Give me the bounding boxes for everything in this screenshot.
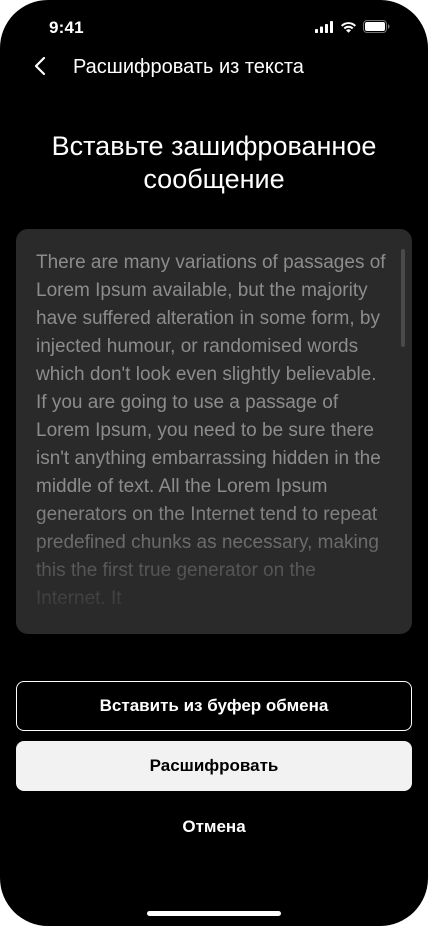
chevron-left-icon [34,56,46,81]
encrypted-message-input[interactable]: There are many variations of passages of… [16,229,412,634]
phone-screen: 9:41 Расшифровать из текста Вставьте заш… [0,0,428,926]
cancel-button[interactable]: Отмена [16,806,412,848]
decrypt-button[interactable]: Расшифровать [16,741,412,791]
wifi-icon [340,20,357,38]
cellular-signal-icon [315,20,334,38]
page-title: Расшифровать из текста [73,56,304,78]
battery-icon [363,20,390,38]
text-area-scrollbar[interactable] [401,249,405,347]
navigation-bar: Расшифровать из текста [0,48,428,88]
status-time: 9:41 [49,18,84,37]
paste-from-clipboard-button[interactable]: Вставить из буфер обмена [16,681,412,731]
status-bar: 9:41 [0,0,428,54]
home-indicator[interactable] [147,911,281,916]
status-icons [315,20,390,38]
encrypted-message-text[interactable]: There are many variations of passages of… [36,249,388,629]
back-button[interactable] [24,52,56,84]
instruction-heading: Вставьте зашифрованное сообщение [51,131,377,194]
